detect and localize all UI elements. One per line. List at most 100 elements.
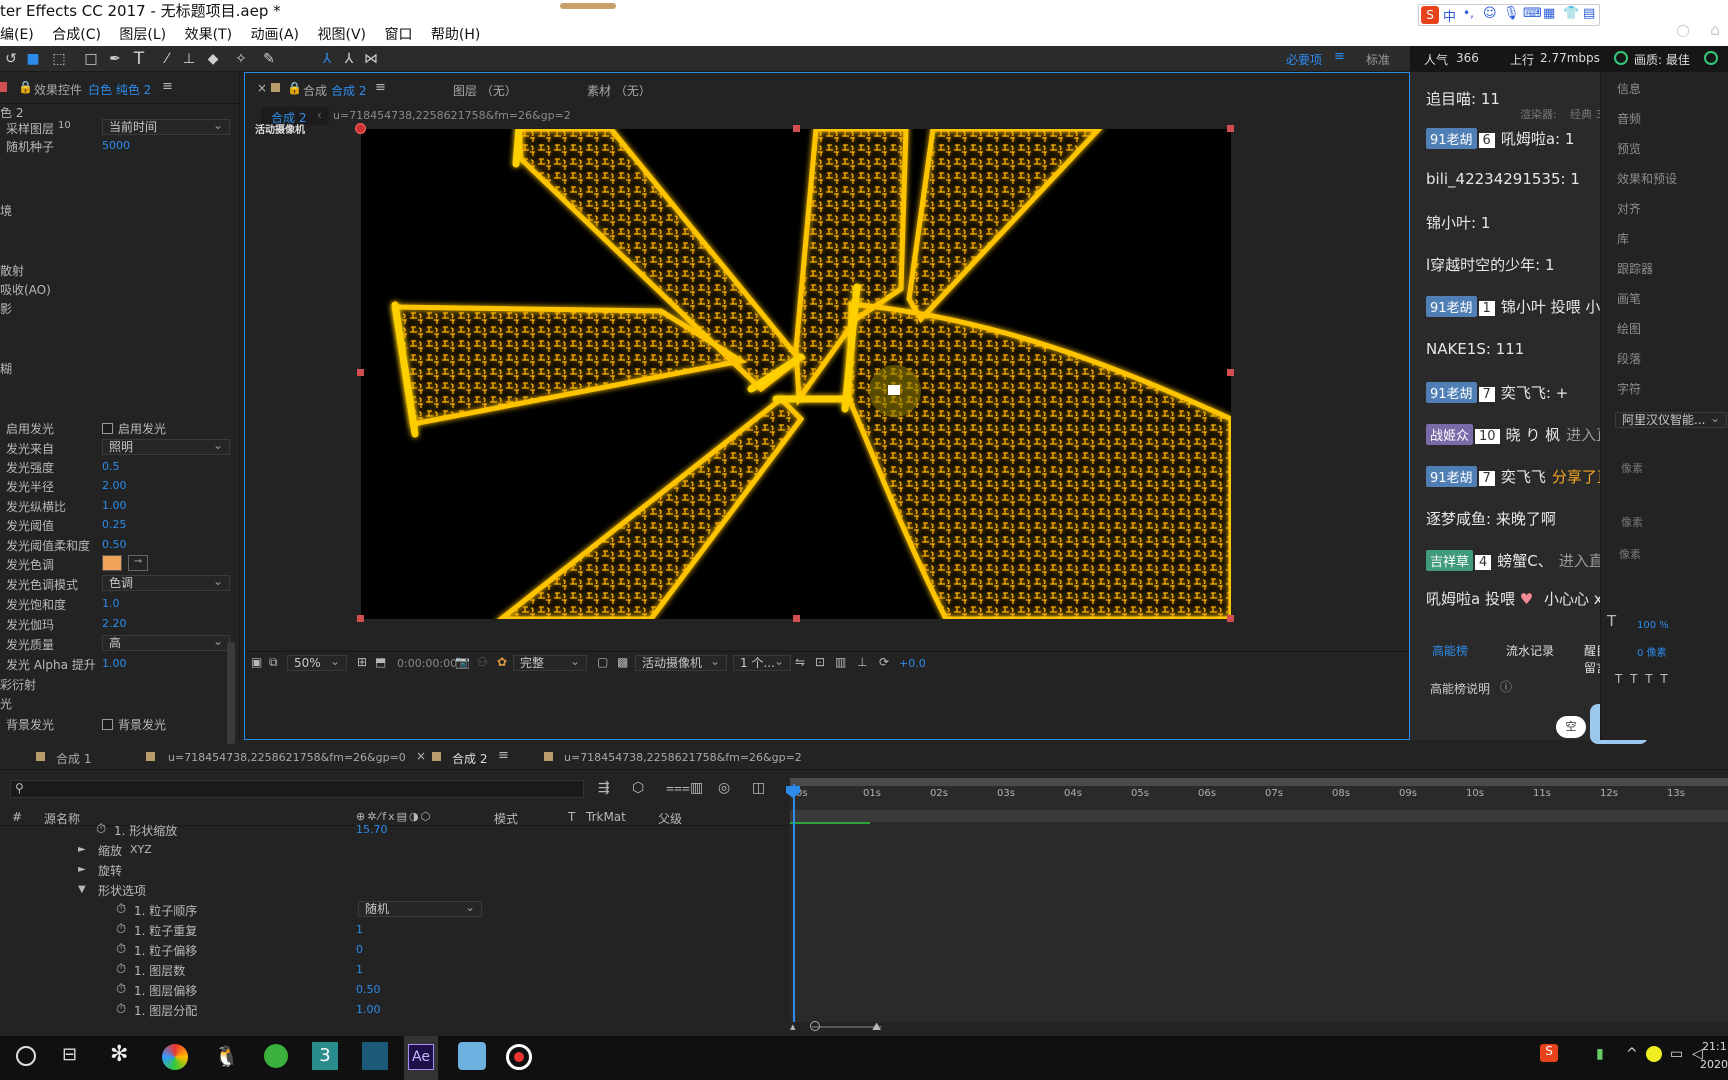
task-view-icon[interactable]: ⊟ xyxy=(62,1044,77,1065)
timeline-search-input[interactable]: ⚲ xyxy=(10,780,584,798)
property-value[interactable]: 1.00 xyxy=(356,1003,381,1016)
eyedropper-icon[interactable]: ⊸ xyxy=(128,555,148,571)
panel-link[interactable]: 预览 xyxy=(1617,140,1641,157)
checkbox-icon[interactable] xyxy=(102,719,113,730)
workspace-essentials[interactable]: 必要项 xyxy=(1286,51,1322,68)
camera-tool-icon[interactable]: ■ xyxy=(24,50,42,68)
toggle-pixel-aspect-icon[interactable]: ⇋ xyxy=(795,655,805,669)
rotate-tool-icon[interactable]: ↺ xyxy=(2,50,20,68)
col-mode[interactable]: 模式 xyxy=(494,810,518,827)
effect-prop-value[interactable]: 0.25 xyxy=(102,518,127,531)
after-effects-icon[interactable]: Ae xyxy=(408,1044,434,1070)
menu-animation[interactable]: 动画(A) xyxy=(251,27,300,43)
local-axis-icon[interactable]: ⅄ xyxy=(318,50,336,68)
fast-preview-icon[interactable]: ⊡ xyxy=(815,655,825,669)
panel-link[interactable]: 绘图 xyxy=(1617,320,1641,337)
quality-dropdown[interactable]: 完整 xyxy=(513,654,587,671)
panel-link[interactable]: 画笔 xyxy=(1617,290,1641,307)
leading-unit[interactable]: 像素 xyxy=(1619,546,1641,562)
property-dropdown[interactable]: 随机 xyxy=(358,900,482,917)
app-teal-icon[interactable] xyxy=(362,1042,388,1070)
twirl-icon[interactable]: ▼ xyxy=(78,884,86,895)
timecode[interactable]: 0:00:00:00 xyxy=(397,657,457,670)
twirl-icon[interactable]: ► xyxy=(78,864,86,875)
eraser-tool-icon[interactable]: ◆ xyxy=(204,50,222,68)
panel-link[interactable]: 音频 xyxy=(1617,110,1641,127)
font-dropdown[interactable]: 阿里汉仪智能... xyxy=(1615,411,1727,428)
fan-badge[interactable]: 91老胡 xyxy=(1426,382,1477,403)
color-channel-icon[interactable]: ✿ xyxy=(497,655,507,669)
handle-tc[interactable] xyxy=(793,125,800,132)
handle-bl[interactable] xyxy=(357,615,364,622)
show-snapshot-icon[interactable]: ⚇ xyxy=(477,655,488,669)
menu-composition[interactable]: 合成(C) xyxy=(52,27,101,43)
effects-tab[interactable]: 效果控件 xyxy=(34,81,82,98)
roto-brush-icon[interactable]: ✧ xyxy=(232,50,250,68)
panel-link[interactable]: 效果和预设 xyxy=(1617,170,1677,187)
stopwatch-icon[interactable]: ⏱ xyxy=(116,942,126,957)
type-tool-icon[interactable]: T xyxy=(130,50,148,68)
col-source[interactable]: 源名称 xyxy=(44,810,80,827)
grid-icon[interactable]: ▤ xyxy=(1583,6,1595,21)
mask-icon[interactable]: ⬒ xyxy=(375,655,386,669)
panel-link[interactable]: 信息 xyxy=(1617,80,1641,97)
overlay-lock-icon[interactable]: ⌂ xyxy=(1710,20,1720,39)
stopwatch-icon[interactable]: ⏱ xyxy=(116,1002,126,1017)
search-icon[interactable] xyxy=(16,1046,36,1066)
effect-prop-dropdown[interactable]: 当前时间 xyxy=(102,118,230,135)
glow-color-swatch[interactable] xyxy=(102,555,122,571)
help-icon[interactable]: ⓘ xyxy=(1500,678,1512,695)
green-app-icon[interactable] xyxy=(264,1044,288,1068)
work-area-bar[interactable] xyxy=(790,778,1728,786)
mic-icon[interactable]: 🎙 xyxy=(1503,6,1520,21)
tray-battery-icon[interactable]: ▮ xyxy=(1596,1046,1604,1062)
timeline-tab-comp2[interactable]: 合成 2 xyxy=(452,750,487,767)
pan-behind-tool-icon[interactable]: ⬚ xyxy=(50,50,68,68)
draft-3d-icon[interactable]: ⬡ xyxy=(632,780,644,796)
panel-menu-icon[interactable]: ≡ xyxy=(162,79,173,94)
stopwatch-icon[interactable]: ⏱ xyxy=(116,922,126,937)
handle-br[interactable] xyxy=(1227,615,1234,622)
live-app-icon[interactable] xyxy=(458,1042,486,1070)
menu-edit[interactable]: 编(E) xyxy=(0,27,34,43)
col-parent[interactable]: 父级 xyxy=(658,810,682,827)
panel-menu-icon[interactable]: ≡ xyxy=(498,748,509,763)
keyboard-icon[interactable]: ⌨ xyxy=(1523,6,1542,21)
effect-prop-value[interactable]: 1.0 xyxy=(102,597,120,610)
emoji-icon[interactable]: ☺ xyxy=(1483,6,1497,21)
effect-prop-value[interactable]: 0.50 xyxy=(102,538,127,551)
reset-exposure-icon[interactable]: ⟳ xyxy=(879,655,889,669)
playhead[interactable] xyxy=(793,784,795,1022)
browser-icon[interactable] xyxy=(162,1044,188,1070)
switches-icons[interactable]: ⊕✲⁄fx▤◑⬡ xyxy=(356,810,432,823)
stopwatch-icon[interactable]: ⏱ xyxy=(116,902,126,917)
viewer-canvas[interactable] xyxy=(361,129,1231,619)
pen-tool-icon[interactable]: ✒ xyxy=(106,50,124,68)
app-s-icon[interactable]: ✻ xyxy=(110,1042,128,1067)
panel-link[interactable]: 段落 xyxy=(1617,350,1641,367)
scale-value[interactable]: 100 % xyxy=(1637,620,1669,631)
property-value[interactable]: 0 xyxy=(356,943,363,956)
panel-link[interactable]: 跟踪器 xyxy=(1617,260,1653,277)
checkbox-icon[interactable] xyxy=(102,423,113,434)
gift-rank-help[interactable]: 高能榜说明 xyxy=(1430,680,1490,697)
workspace-standard[interactable]: 标准 xyxy=(1366,51,1390,68)
col-trkmat[interactable]: TrkMat xyxy=(586,810,626,824)
views-dropdown[interactable]: 1 个... xyxy=(733,654,791,671)
fan-badge[interactable]: 战姬众 xyxy=(1426,424,1474,445)
handle-tr[interactable] xyxy=(1227,125,1234,132)
always-preview-icon[interactable]: ▣ xyxy=(251,655,262,669)
fan-badge[interactable]: 91老胡 xyxy=(1426,128,1477,149)
world-axis-icon[interactable]: ⅄ xyxy=(340,50,358,68)
comp-flow-icon[interactable]: ⇶ xyxy=(598,780,610,796)
stopwatch-icon[interactable]: ⏱ xyxy=(116,982,126,997)
effect-prop-value[interactable]: 2.00 xyxy=(102,479,127,492)
3dsmax-icon[interactable]: 3 xyxy=(312,1042,338,1070)
breadcrumb-source[interactable]: u=718454738,2258621758&fm=26&gp=2 xyxy=(333,109,571,122)
stroke-unit[interactable]: 像素 xyxy=(1621,514,1643,530)
twirl-icon[interactable]: ► xyxy=(78,844,86,855)
frame-blend-icon[interactable]: ▥ xyxy=(690,780,703,796)
menu-help[interactable]: 帮助(H) xyxy=(431,27,480,43)
zoom-out-icon[interactable]: ▴ xyxy=(790,1020,796,1033)
ime-toolbar[interactable]: S 中 •, ☺ 🎙 ⌨ ▦ 👕 ▤ xyxy=(1418,4,1600,26)
